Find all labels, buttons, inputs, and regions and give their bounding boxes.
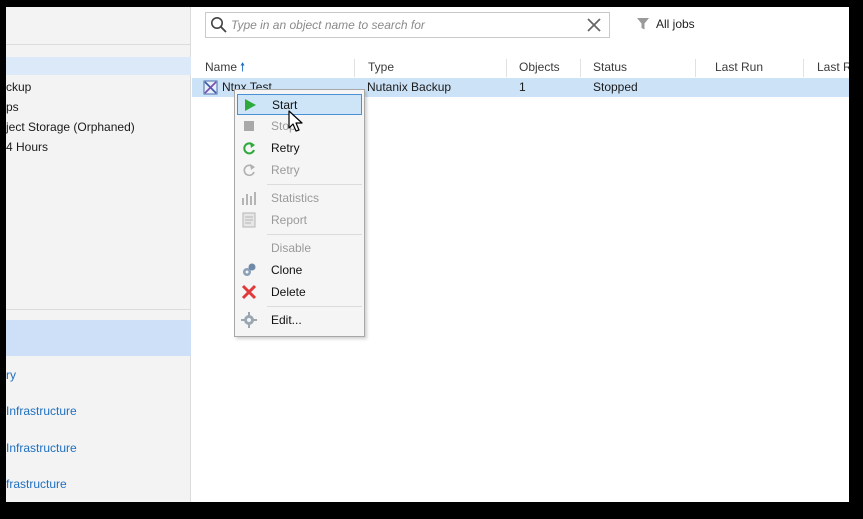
column-separator[interactable] xyxy=(580,59,581,77)
menu-item-label: Statistics xyxy=(271,191,320,205)
menu-separator xyxy=(267,234,362,235)
menu-item-label: Report xyxy=(271,213,308,227)
menu-item-disable[interactable]: Disable xyxy=(237,238,362,259)
menu-separator xyxy=(267,306,362,307)
menu-item-label: Clone xyxy=(271,263,303,277)
job-type-cell: Nutanix Backup xyxy=(367,80,452,94)
search-input[interactable] xyxy=(231,15,576,35)
nav-header xyxy=(6,7,191,45)
column-header-name[interactable]: Name 🠕 xyxy=(205,57,245,77)
column-header-status[interactable]: Status xyxy=(593,57,627,77)
column-header-last-result[interactable]: Last R xyxy=(817,57,849,77)
column-separator[interactable] xyxy=(354,59,355,77)
menu-item-statistics[interactable]: Statistics xyxy=(237,188,362,209)
column-separator[interactable] xyxy=(506,59,507,77)
job-objects-cell: 1 xyxy=(519,80,526,94)
jobs-filter[interactable]: All jobs xyxy=(636,15,695,33)
app-screen: ckup ps ject Storage (Orphaned) 4 Hours … xyxy=(6,7,849,502)
menu-separator xyxy=(267,184,362,185)
nav-link-tape-infrastructure[interactable]: frastructure xyxy=(6,475,67,493)
delete-icon xyxy=(241,284,257,300)
menu-item-delete[interactable]: Delete xyxy=(237,282,362,303)
filter-label: All jobs xyxy=(656,17,695,31)
menu-item-retry-disabled[interactable]: Retry xyxy=(237,160,362,181)
nav-divider xyxy=(6,309,191,310)
column-header-objects[interactable]: Objects xyxy=(519,57,560,77)
column-header-last-run[interactable]: Last Run xyxy=(715,57,763,77)
mouse-cursor-icon xyxy=(288,110,303,132)
search-icon xyxy=(211,17,227,33)
filter-icon xyxy=(637,18,649,30)
menu-item-label: Delete xyxy=(271,285,306,299)
menu-item-report[interactable]: Report xyxy=(237,210,362,231)
clone-icon xyxy=(241,262,257,278)
column-separator[interactable] xyxy=(803,59,804,77)
navigation-pane: ckup ps ject Storage (Orphaned) 4 Hours … xyxy=(6,7,191,502)
nav-selected-section[interactable] xyxy=(6,320,191,356)
sort-ascending-icon: 🠕 xyxy=(240,60,246,74)
stop-icon xyxy=(241,118,257,134)
nav-item-backup[interactable]: ckup xyxy=(6,78,31,96)
nav-selected-item[interactable] xyxy=(6,57,191,75)
nav-link-storage-infrastructure[interactable]: Infrastructure xyxy=(6,439,77,457)
search-box[interactable] xyxy=(205,12,610,38)
nav-item-object-storage-orphaned[interactable]: ject Storage (Orphaned) xyxy=(6,118,135,136)
nav-item-groups[interactable]: ps xyxy=(6,98,19,116)
retry-icon xyxy=(241,140,257,156)
nav-link-backup-infrastructure[interactable]: Infrastructure xyxy=(6,402,77,420)
menu-item-label: Edit... xyxy=(271,313,302,327)
statistics-icon xyxy=(241,190,257,206)
column-header-type[interactable]: Type xyxy=(368,57,394,77)
menu-item-label: Disable xyxy=(271,241,312,255)
menu-item-label: Retry xyxy=(271,141,300,155)
window-frame: ckup ps ject Storage (Orphaned) 4 Hours … xyxy=(0,0,863,519)
nav-link-inventory[interactable]: ry xyxy=(6,366,16,384)
menu-item-retry[interactable]: Retry xyxy=(237,138,362,159)
menu-item-edit[interactable]: Edit... xyxy=(237,310,362,331)
column-name-label: Name xyxy=(205,60,238,74)
edit-icon xyxy=(241,312,257,328)
nav-item-24-hours[interactable]: 4 Hours xyxy=(6,138,48,156)
report-icon xyxy=(241,212,257,228)
job-status-cell: Stopped xyxy=(593,80,638,94)
menu-item-clone[interactable]: Clone xyxy=(237,260,362,281)
jobs-table-header: Name 🠕 Type Objects Status Last Run Last … xyxy=(199,57,849,77)
menu-item-label: Retry xyxy=(271,163,300,177)
nutanix-job-icon xyxy=(203,80,218,95)
retry-icon xyxy=(241,162,257,178)
column-separator[interactable] xyxy=(695,59,696,77)
clear-search-icon[interactable] xyxy=(585,16,603,34)
play-icon xyxy=(242,97,258,113)
